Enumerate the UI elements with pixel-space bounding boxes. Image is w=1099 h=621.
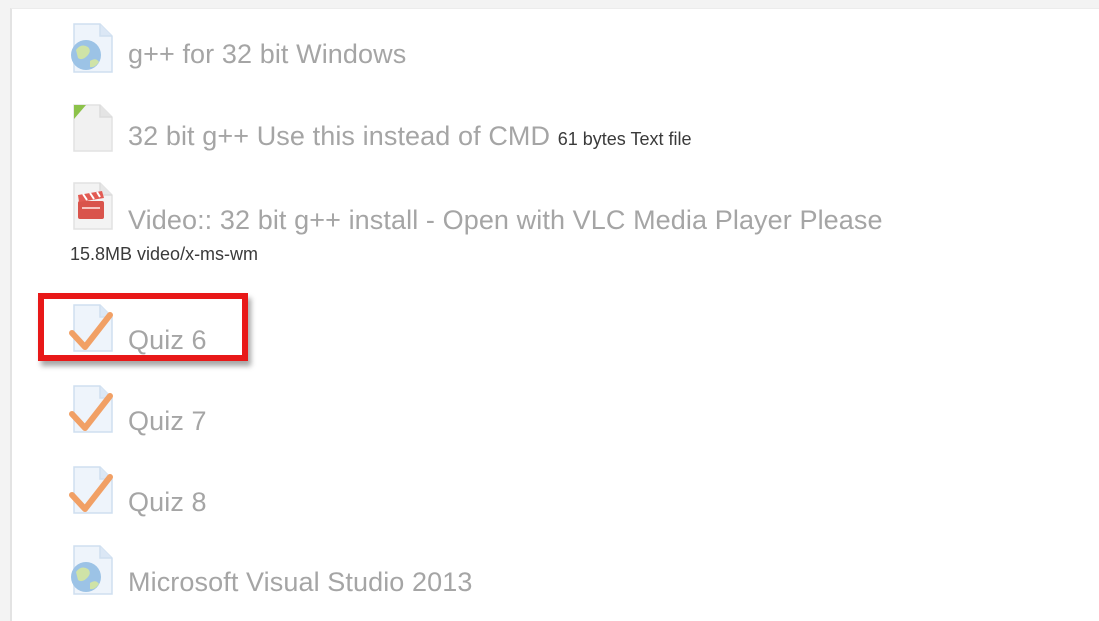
item-title-text[interactable]: 32 bit g++ Use this instead of CMD [128,121,550,151]
course-content-panel: g++ for 32 bit Windows 32 bit g++ Use th… [10,8,1099,621]
item-title[interactable]: 32 bit g++ Use this instead of CMD 61 by… [128,121,691,152]
file-meta: 15.8MB video/x-ms-wm [70,244,259,264]
item-title[interactable]: g++ for 32 bit Windows [128,39,406,70]
item-title[interactable]: Quiz 7 [128,406,207,437]
item-title[interactable]: Quiz 8 [128,487,207,518]
url-globe-icon [68,545,114,595]
quiz-check-icon [68,465,114,515]
highlight-box [38,293,248,361]
quiz-check-icon [68,384,114,434]
text-file-icon [68,103,114,153]
item-title[interactable]: Video:: 32 bit g++ install - Open with V… [128,205,883,236]
url-globe-icon [68,23,114,73]
item-title[interactable]: Microsoft Visual Studio 2013 [128,567,473,598]
file-meta: 61 bytes Text file [557,129,692,149]
video-file-icon [68,181,114,231]
